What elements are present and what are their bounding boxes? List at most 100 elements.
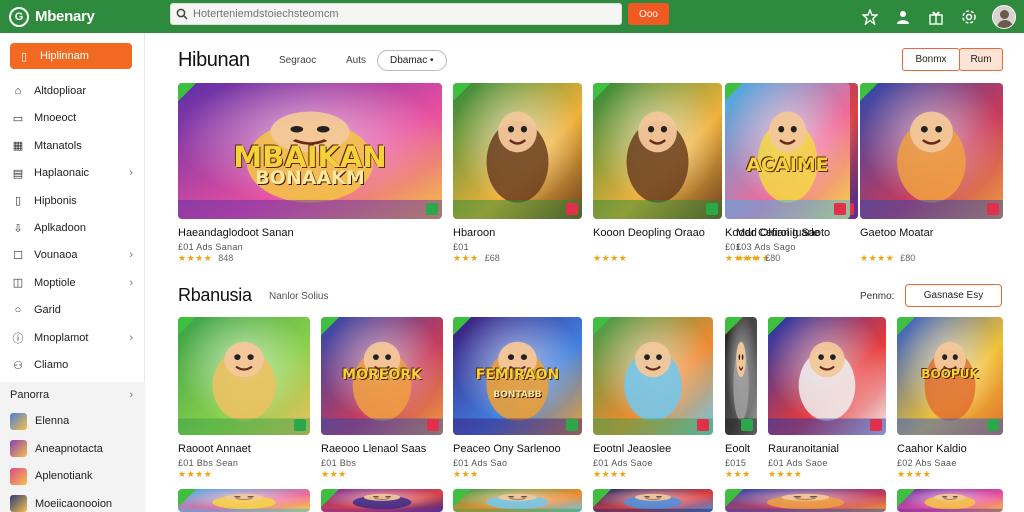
chevron-right-icon: › <box>129 331 133 344</box>
sidebar-games-section: Panorra › Elenna Aneapnotacta Aplenotiank M… <box>0 382 145 512</box>
game-thumbnail[interactable] <box>593 489 713 512</box>
sidebar-game-item[interactable]: Elenna <box>10 411 140 431</box>
game-title[interactable]: Koodd Olurol Iuarle <box>725 227 820 239</box>
game-thumbnail[interactable]: BOOPUK <box>897 317 1003 435</box>
new-ribbon-icon <box>897 317 915 335</box>
sidebar-item[interactable]: ▤ Haplaonaic › <box>10 163 135 183</box>
game-title[interactable]: Rauranoitanial <box>768 443 839 455</box>
game-thumbnail[interactable] <box>593 317 713 435</box>
game-thumbnail[interactable] <box>453 489 582 512</box>
sidebar-item[interactable]: ⚇ Cliamo <box>10 355 135 375</box>
chevron-right-icon: › <box>129 167 133 180</box>
filter-label: Penmo: <box>860 291 895 302</box>
sidebar-item[interactable]: ▦ Mtanatols <box>10 136 135 156</box>
settings-icon[interactable] <box>959 7 979 27</box>
game-thumbnail[interactable] <box>725 317 757 435</box>
game-thumbnail[interactable] <box>178 489 310 512</box>
star-badge-icon[interactable] <box>860 7 880 27</box>
game-title[interactable]: Eootnl Jeaoslee <box>593 443 671 455</box>
sidebar-item[interactable]: ⌂ Altdoplioar <box>10 81 135 101</box>
sidebar-item[interactable]: ⇩ Aplkadoon <box>10 218 135 238</box>
star-rating: ★★★ <box>453 469 485 480</box>
game-title[interactable]: Haeandaglodoot Sanan <box>178 227 294 239</box>
search-button[interactable]: Ooo <box>628 3 669 25</box>
game-thumbnail[interactable]: MBAIKAN BONAAKM <box>178 83 442 219</box>
game-thumbnail[interactable]: FEMIRAON BONTABB <box>453 317 582 435</box>
game-meta: £015 <box>725 458 747 468</box>
person-icon[interactable] <box>893 7 913 27</box>
chevron-right-icon: › <box>129 276 133 289</box>
tab-1[interactable]: Auts <box>346 55 366 66</box>
game-title[interactable]: Gaetoo Moatar <box>860 227 933 239</box>
sidebar-item-active[interactable]: ▯ Hiplinnam <box>10 43 132 69</box>
gift-icon[interactable] <box>926 7 946 27</box>
game-title[interactable]: Kooon Deopling Oraao <box>593 227 705 239</box>
game-thumbnail[interactable]: ACAIME <box>725 83 850 219</box>
game-thumbnail[interactable] <box>768 317 886 435</box>
new-ribbon-icon <box>178 317 196 335</box>
primary-button[interactable]: Rum <box>959 48 1003 71</box>
stars-icon: ★★★ <box>321 469 347 479</box>
rating-count: £80 <box>765 253 781 263</box>
game-thumbnail[interactable]: MOREORK <box>321 317 443 435</box>
new-ribbon-icon <box>453 83 471 101</box>
sidebar-item-label: Hipbonis <box>34 194 77 207</box>
tab-0[interactable]: Segraoc <box>279 55 316 66</box>
sidebar-game-label: Aplenotiank <box>35 470 93 482</box>
game-thumbnail[interactable] <box>453 83 582 219</box>
game-title[interactable]: Eoolt <box>725 443 750 455</box>
sidebar-game-item[interactable]: Moeiicaonooion <box>10 494 140 512</box>
filter-button[interactable]: Gasnase Esy <box>905 284 1002 307</box>
rating-count: £68 <box>484 253 500 263</box>
badge-icon <box>741 419 753 431</box>
game-title[interactable]: Caahor Kaldio <box>897 443 967 455</box>
chart-icon: ◫ <box>12 277 24 290</box>
new-ribbon-icon <box>321 489 339 507</box>
game-thumbnail[interactable] <box>321 489 443 512</box>
search-input[interactable] <box>193 8 613 20</box>
game-title[interactable]: Peaceo Ony Sarlenoo <box>453 443 561 455</box>
game-meta: £01 Bbs Sean <box>178 458 239 468</box>
star-rating: ★★★★ <box>178 469 218 480</box>
game-thumbnail[interactable] <box>178 317 310 435</box>
sidebar-item[interactable]: ☐ Vounaoa › <box>10 245 135 265</box>
search-bar <box>170 3 622 25</box>
brand-name: Mbenary <box>35 8 95 25</box>
stars-icon: ★★★★ <box>768 469 803 479</box>
sidebar-item[interactable]: ▭ Mnoeoct <box>10 108 135 128</box>
sidebar-item[interactable]: ▯ Hipbonis <box>10 191 135 211</box>
game-thumbnail[interactable] <box>725 489 886 512</box>
sidebar-item-label: Mnoeoct <box>34 112 77 125</box>
sidebar-item-label: Haplaonaic <box>34 167 90 180</box>
brand[interactable]: G Mbenary <box>0 0 145 33</box>
game-thumbnail[interactable] <box>593 83 722 219</box>
sidebar-item[interactable]: ○ Garid <box>10 300 135 320</box>
avatar[interactable] <box>992 4 1016 29</box>
game-thumbnail[interactable] <box>897 489 1003 512</box>
top-bar: G Mbenary Ooo <box>0 0 1024 33</box>
stars-icon: ★★★★ <box>593 469 628 479</box>
game-art-subtitle: BONAAKM <box>255 167 365 189</box>
game-title[interactable]: Hbaroon <box>453 227 495 239</box>
secondary-button[interactable]: Bonmx <box>902 48 960 71</box>
section-title: Rbanusia <box>178 285 252 305</box>
sidebar-item[interactable]: ⓘ Mnoplamot › <box>10 328 135 348</box>
sidebar-game-item[interactable]: Aplenotiank <box>10 466 140 486</box>
badge-icon <box>870 419 882 431</box>
new-ribbon-icon <box>897 489 915 507</box>
game-thumbnail[interactable] <box>860 83 1003 219</box>
sidebar-item-label: Moptiole <box>34 276 76 289</box>
game-meta: £01 Ads Saoe <box>768 458 828 468</box>
sidebar-item-label: Mtanatols <box>34 139 82 152</box>
stars-icon: ★★★★ <box>178 469 213 479</box>
stars-icon: ★★★ <box>453 469 479 479</box>
game-title[interactable]: Raeooo Llenaol Saas <box>321 443 426 455</box>
sidebar-game-item[interactable]: Aneapnotacta <box>10 439 140 459</box>
sidebar-section-header[interactable]: Panorra › <box>10 389 135 401</box>
sidebar-item-label: Hiplinnam <box>40 50 89 62</box>
tab-dropdown[interactable]: Dbamac • <box>377 50 447 71</box>
sidebar-item[interactable]: ◫ Moptiole › <box>10 273 135 293</box>
game-title[interactable]: Raooot Annaet <box>178 443 251 455</box>
game-meta: £01 <box>725 242 741 252</box>
rating-count: 848 <box>218 253 234 263</box>
